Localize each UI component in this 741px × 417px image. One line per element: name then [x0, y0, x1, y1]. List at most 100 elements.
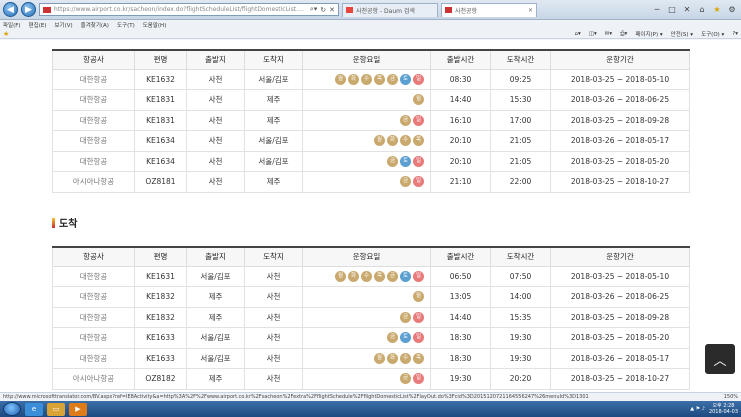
title-bar-icon	[52, 217, 55, 228]
mail-icon[interactable]: ✉▾	[605, 31, 612, 37]
departure-time-cell: 20:10	[430, 130, 491, 152]
settings-gear-icon[interactable]: ⚙	[726, 4, 738, 16]
clock[interactable]: 오후 2:28 2018-04-03	[709, 403, 738, 415]
refresh-icon[interactable]: ↻	[320, 6, 326, 14]
table-row: 대한항공 KE1634 사천 서울/김포 월 화 수 목 20:10 21:05 2018-03-2…	[52, 130, 690, 152]
departure-time-cell: 13:05	[430, 286, 491, 308]
window-close-icon[interactable]: ✕	[681, 4, 693, 16]
address-url[interactable]: https://www.airport.co.kr/sacheon/index.…	[54, 6, 307, 13]
departure-time-cell: 14:40	[430, 306, 491, 328]
arrival-time-cell: 19:30	[490, 327, 551, 349]
destination-cell: 사천	[244, 286, 303, 308]
day-badge: 화	[348, 270, 359, 282]
period-cell: 2018-03-26 ~ 2018-06-25	[550, 89, 690, 111]
cmd-tools[interactable]: 도구(O) ▾	[701, 30, 724, 38]
operating-days-cell: 월화수목	[302, 347, 431, 369]
menu-favorites[interactable]: 즐겨찾기(A)	[81, 21, 109, 29]
day-badge: 목	[413, 352, 424, 364]
taskbar-folder-icon[interactable]: ▭	[47, 402, 65, 416]
maximize-icon[interactable]: □	[666, 4, 678, 16]
cmd-safety[interactable]: 안전(S) ▾	[671, 30, 693, 38]
arrival-time-cell: 19:30	[490, 347, 551, 369]
period-cell: 2018-03-25 ~ 2018-10-27	[550, 171, 690, 193]
menu-help[interactable]: 도움말(H)	[143, 21, 167, 29]
day-badge: 일	[413, 176, 424, 188]
table-row: 아시아나항공 OZ8181 사천 제주 금 일 21:10 22:00 2018-03-25 ~…	[52, 171, 690, 193]
address-bar[interactable]: https://www.airport.co.kr/sacheon/index.…	[39, 3, 339, 16]
departure-header-row: 항공사 편명 출발지 도착지 운항요일 출발시간 도착시간 운항기간	[52, 49, 690, 70]
period-cell: 2018-03-25 ~ 2018-05-20	[550, 327, 690, 349]
origin-cell: 서울/김포	[186, 327, 245, 349]
minimize-icon[interactable]: ─	[651, 4, 663, 16]
flight-cell: KE1832	[134, 286, 187, 308]
flight-cell: OZ8181	[134, 171, 187, 193]
help-icon[interactable]: ?▾	[732, 31, 738, 37]
menu-tools[interactable]: 도구(T)	[117, 21, 135, 29]
operating-days-cell: 월화수목금토일	[302, 265, 431, 287]
airport-favicon-icon	[445, 7, 452, 13]
menu-edit[interactable]: 편집(E)	[29, 21, 47, 29]
departure-time-cell: 14:40	[430, 89, 491, 111]
day-badge: 월	[413, 291, 424, 303]
arrival-time-cell: 09:25	[490, 68, 551, 90]
feeds-icon[interactable]: ◫▾	[589, 31, 597, 37]
column-header: 항공사	[52, 246, 135, 267]
zoom-level[interactable]: 150%	[718, 394, 738, 400]
origin-cell: 사천	[186, 150, 245, 172]
day-badge: 일	[413, 73, 424, 85]
menu-bar: 파일(F) 편집(E) 보기(V) 즐겨찾기(A) 도구(T) 도움말(H)	[0, 20, 741, 30]
departure-time-cell: 06:50	[430, 265, 491, 287]
menu-view[interactable]: 보기(V)	[54, 21, 72, 29]
operating-days-cell: 금토일	[302, 150, 431, 172]
home-page-icon[interactable]: ⌂▾	[575, 31, 581, 37]
site-favicon-icon	[43, 6, 51, 13]
origin-cell: 제주	[186, 368, 245, 390]
close-icon[interactable]: ✕	[329, 6, 335, 14]
operating-days-cell: 월화수목	[302, 130, 431, 152]
airline-cell: 대한항공	[52, 265, 135, 287]
back-button[interactable]: ◀	[3, 2, 18, 17]
taskbar-media-icon[interactable]: ▶	[69, 402, 87, 416]
column-header: 도착시간	[490, 246, 551, 267]
column-header: 도착시간	[490, 49, 551, 70]
favorites-star-icon[interactable]: ★	[711, 4, 723, 16]
destination-cell: 제주	[244, 171, 303, 193]
operating-days-cell: 월화수목금토일	[302, 68, 431, 90]
print-icon[interactable]: ⎙▾	[620, 31, 627, 38]
table-row: 대한항공 KE1832 제주 사천 월 13:05 14:00 2018-03-26 ~ 20…	[52, 286, 690, 308]
destination-cell: 서울/김포	[244, 150, 303, 172]
menu-file[interactable]: 파일(F)	[3, 21, 21, 29]
departure-time-cell: 20:10	[430, 150, 491, 172]
table-row: 대한항공 KE1831 사천 제주 월 14:40 15:30 2018-03-26 ~ 20…	[52, 89, 690, 111]
scroll-to-top-button[interactable]: ︿	[705, 344, 735, 374]
tab-close-icon[interactable]: ✕	[528, 7, 533, 14]
favorites-bar-star-icon[interactable]: ★	[3, 30, 9, 38]
arrival-time-cell: 14:00	[490, 286, 551, 308]
forward-button[interactable]: ▶	[21, 2, 36, 17]
tab-sacheon-airport[interactable]: 사천공항 ✕	[441, 2, 537, 17]
table-row: 대한항공 KE1632 사천 서울/김포 월 화 수 목 금 토 일 08:30 09:25 2018-0…	[52, 68, 690, 90]
search-dropdown-icon[interactable]: ⌕▾	[310, 5, 317, 14]
tray-icons[interactable]: ▲ ⚑ ♪	[690, 406, 705, 412]
column-header: 출발시간	[430, 246, 491, 267]
flight-cell: KE1831	[134, 89, 187, 111]
cmd-page[interactable]: 페이지(P) ▾	[635, 30, 662, 38]
period-cell: 2018-03-25 ~ 2018-05-10	[550, 265, 690, 287]
period-cell: 2018-03-26 ~ 2018-06-25	[550, 286, 690, 308]
home-icon[interactable]: ⌂	[696, 4, 708, 16]
taskbar-ie-icon[interactable]: e	[25, 402, 43, 416]
tab-daum-search[interactable]: 사천공항 - Daum 검색	[342, 2, 438, 17]
daum-favicon-icon	[346, 7, 353, 13]
day-badge: 금	[387, 270, 398, 282]
arrival-time-cell: 21:05	[490, 150, 551, 172]
origin-cell: 제주	[186, 306, 245, 328]
origin-cell: 서울/김포	[186, 265, 245, 287]
status-url: http://www.microsofttranslator.com/BV.as…	[3, 394, 589, 400]
day-badge: 토	[400, 270, 411, 282]
column-header: 도착지	[244, 246, 303, 267]
start-button[interactable]	[3, 402, 21, 416]
airline-cell: 대한항공	[52, 306, 135, 328]
departure-time-cell: 16:10	[430, 109, 491, 131]
system-tray: ▲ ⚑ ♪ 오후 2:28 2018-04-03	[690, 403, 738, 415]
clock-date: 2018-04-03	[708, 409, 738, 415]
